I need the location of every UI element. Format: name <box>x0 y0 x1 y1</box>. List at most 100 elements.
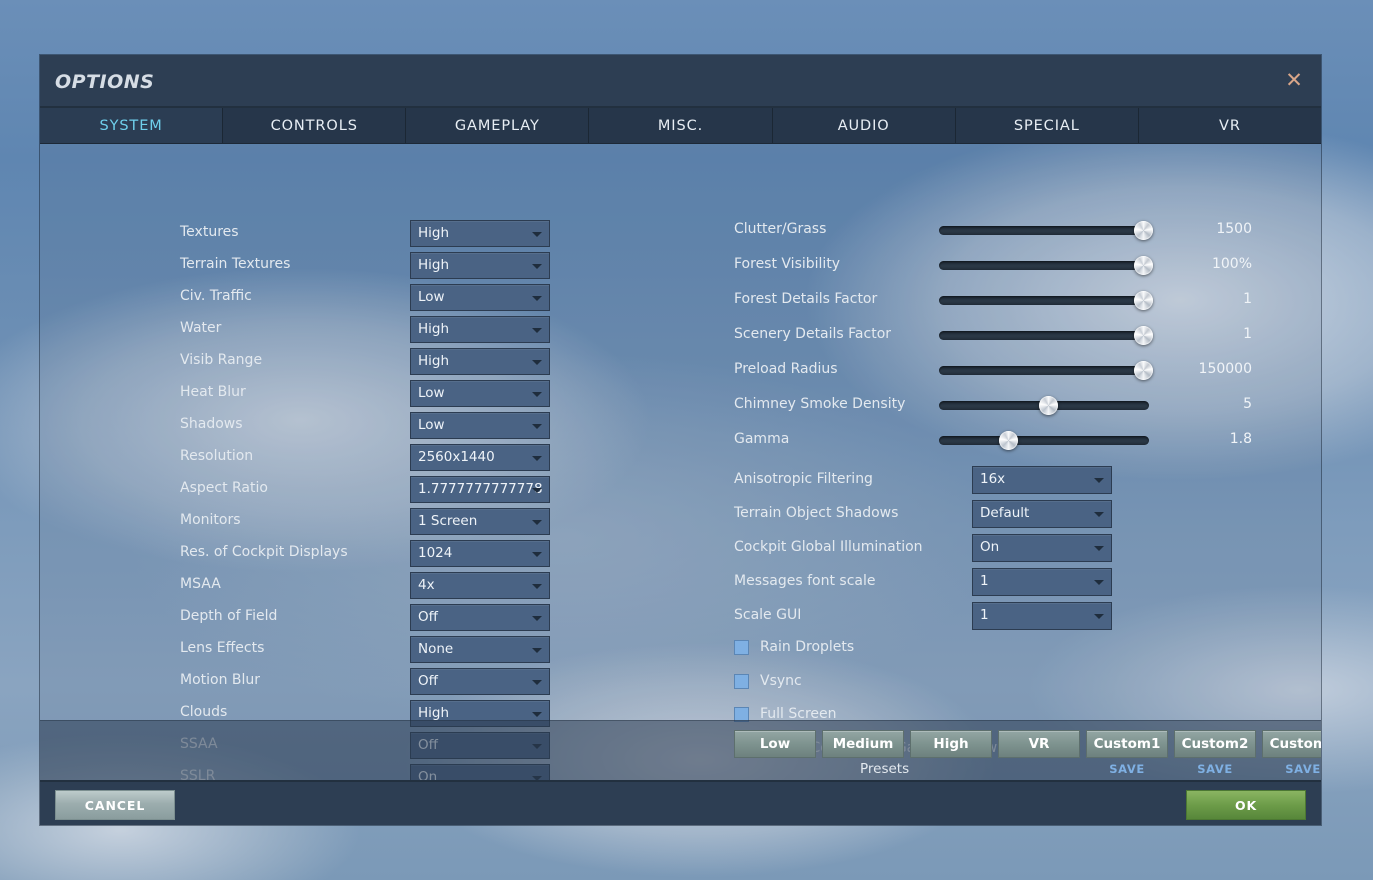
chevron-down-icon <box>532 584 542 589</box>
slider-value: 1 <box>1134 291 1252 307</box>
preset-button-vr[interactable]: VR <box>998 730 1080 758</box>
slider-thumb-chimney-smoke-density[interactable] <box>1039 396 1058 415</box>
setting-row-heat-blur: Heat BlurLow <box>140 378 550 410</box>
setting-row-terrain-textures: Terrain TexturesHigh <box>140 250 550 282</box>
slider-label: Chimney Smoke Density <box>734 396 905 412</box>
setting-label: Scale GUI <box>734 607 801 623</box>
ok-button[interactable]: OK <box>1186 790 1306 820</box>
chevron-down-icon <box>1094 512 1104 517</box>
chevron-down-icon <box>532 264 542 269</box>
save-link-custom2[interactable]: SAVE <box>1174 762 1256 776</box>
dropdown-aspect-ratio[interactable]: 1.7777777777778 <box>410 476 550 503</box>
dropdown-motion-blur[interactable]: Off <box>410 668 550 695</box>
setting-row-textures: TexturesHigh <box>140 218 550 250</box>
dropdown-value: Low <box>418 417 445 433</box>
dropdown-civ-traffic[interactable]: Low <box>410 284 550 311</box>
setting-label: Visib Range <box>180 352 262 368</box>
setting-label: Cockpit Global Illumination <box>734 539 923 555</box>
setting-label: Anisotropic Filtering <box>734 471 873 487</box>
chevron-down-icon <box>532 712 542 717</box>
dropdown-messages-font-scale[interactable]: 1 <box>972 568 1112 596</box>
dropdown-res-of-cockpit-displays[interactable]: 1024 <box>410 540 550 567</box>
preset-button-high[interactable]: High <box>910 730 992 758</box>
dropdown-anisotropic-filtering[interactable]: 16x <box>972 466 1112 494</box>
tab-controls[interactable]: CONTROLS <box>223 108 406 143</box>
tab-vr[interactable]: VR <box>1139 108 1321 143</box>
tab-misc[interactable]: MISC. <box>589 108 772 143</box>
tab-audio[interactable]: AUDIO <box>773 108 956 143</box>
dropdown-visib-range[interactable]: High <box>410 348 550 375</box>
setting-label: Res. of Cockpit Displays <box>180 544 348 560</box>
dropdown-terrain-object-shadows[interactable]: Default <box>972 500 1112 528</box>
save-link-custom1[interactable]: SAVE <box>1086 762 1168 776</box>
tab-special[interactable]: SPECIAL <box>956 108 1139 143</box>
setting-row-msaa: MSAA 4x <box>140 570 550 602</box>
slider-label: Scenery Details Factor <box>734 326 891 342</box>
slider-thumb-gamma[interactable] <box>999 431 1018 450</box>
dropdown-value: 1 Screen <box>418 513 477 529</box>
save-link-custom3[interactable]: SAVE <box>1262 762 1321 776</box>
dropdown-cockpit-global-illumination[interactable]: On <box>972 534 1112 562</box>
preset-button-custom1[interactable]: Custom1 <box>1086 730 1168 758</box>
slider-value: 100% <box>1134 256 1252 272</box>
slider-track-scenery-details-factor[interactable] <box>939 331 1149 340</box>
checkbox-vsync[interactable] <box>734 674 749 689</box>
dropdown-textures[interactable]: High <box>410 220 550 247</box>
slider-row-forest-visibility: Forest Visibility 100% <box>734 251 1294 286</box>
slider-track-forest-details-factor[interactable] <box>939 296 1149 305</box>
slider-value: 1 <box>1134 326 1252 342</box>
dropdown-lens-effects[interactable]: None <box>410 636 550 663</box>
slider-track-gamma[interactable] <box>939 436 1149 445</box>
dropdown-resolution[interactable]: 2560x1440 <box>410 444 550 471</box>
slider-value: 1500 <box>1134 221 1252 237</box>
setting-label: MSAA <box>180 576 221 592</box>
dropdown-depth-of-field[interactable]: Off <box>410 604 550 631</box>
cancel-button[interactable]: CANCEL <box>55 790 175 820</box>
tab-bar: SYSTEMCONTROLSGAMEPLAYMISC.AUDIOSPECIALV… <box>40 108 1321 144</box>
setting-label: Depth of Field <box>180 608 277 624</box>
preset-button-medium[interactable]: Medium <box>822 730 904 758</box>
slider-value: 5 <box>1134 396 1252 412</box>
preset-button-custom3[interactable]: Custom3 <box>1262 730 1321 758</box>
dropdown-shadows[interactable]: Low <box>410 412 550 439</box>
slider-value: 150000 <box>1134 361 1252 377</box>
setting-row-resolution: Resolution2560x1440 <box>140 442 550 474</box>
tab-system[interactable]: SYSTEM <box>40 108 223 143</box>
slider-track-chimney-smoke-density[interactable] <box>939 401 1149 410</box>
chevron-down-icon <box>532 488 542 493</box>
slider-track-preload-radius[interactable] <box>939 366 1149 375</box>
setting-label: Terrain Object Shadows <box>734 505 898 521</box>
setting-label: Motion Blur <box>180 672 260 688</box>
chevron-down-icon <box>1094 478 1104 483</box>
setting-label: Aspect Ratio <box>180 480 268 496</box>
dropdown-value: 2560x1440 <box>418 449 495 465</box>
presets-panel: Presets LowMediumHighVRCustom1SAVECustom… <box>40 720 1321 780</box>
slider-label: Forest Visibility <box>734 256 840 272</box>
options-dialog: OPTIONS ✕ SYSTEMCONTROLSGAMEPLAYMISC.AUD… <box>40 55 1321 825</box>
settings-content: TexturesHighTerrain TexturesHighCiv. Tra… <box>40 144 1321 780</box>
preset-button-low[interactable]: Low <box>734 730 816 758</box>
slider-value: 1.8 <box>1134 431 1252 447</box>
dropdown-value: High <box>418 225 449 241</box>
slider-track-clutter-grass[interactable] <box>939 226 1149 235</box>
dropdown-value: High <box>418 705 449 721</box>
setting-row-visib-range: Visib Range High <box>140 346 550 378</box>
close-icon[interactable]: ✕ <box>1281 68 1307 94</box>
setting-label: Shadows <box>180 416 243 432</box>
setting-label: Messages font scale <box>734 573 875 589</box>
checkbox-rain-droplets[interactable] <box>734 640 749 655</box>
tab-gameplay[interactable]: GAMEPLAY <box>406 108 589 143</box>
preset-button-custom2[interactable]: Custom2 <box>1174 730 1256 758</box>
dropdown-terrain-textures[interactable]: High <box>410 252 550 279</box>
slider-track-forest-visibility[interactable] <box>939 261 1149 270</box>
setting-label: Monitors <box>180 512 241 528</box>
dropdown-heat-blur[interactable]: Low <box>410 380 550 407</box>
dropdown-water[interactable]: High <box>410 316 550 343</box>
setting-row-terrain-object-shadows: Terrain Object Shadows Default <box>734 498 1154 532</box>
setting-row-civ-traffic: Civ. TrafficLow <box>140 282 550 314</box>
dropdown-scale-gui[interactable]: 1 <box>972 602 1112 630</box>
dropdown-monitors[interactable]: 1 Screen <box>410 508 550 535</box>
setting-label: Lens Effects <box>180 640 264 656</box>
dropdown-msaa[interactable]: 4x <box>410 572 550 599</box>
slider-label: Clutter/Grass <box>734 221 826 237</box>
